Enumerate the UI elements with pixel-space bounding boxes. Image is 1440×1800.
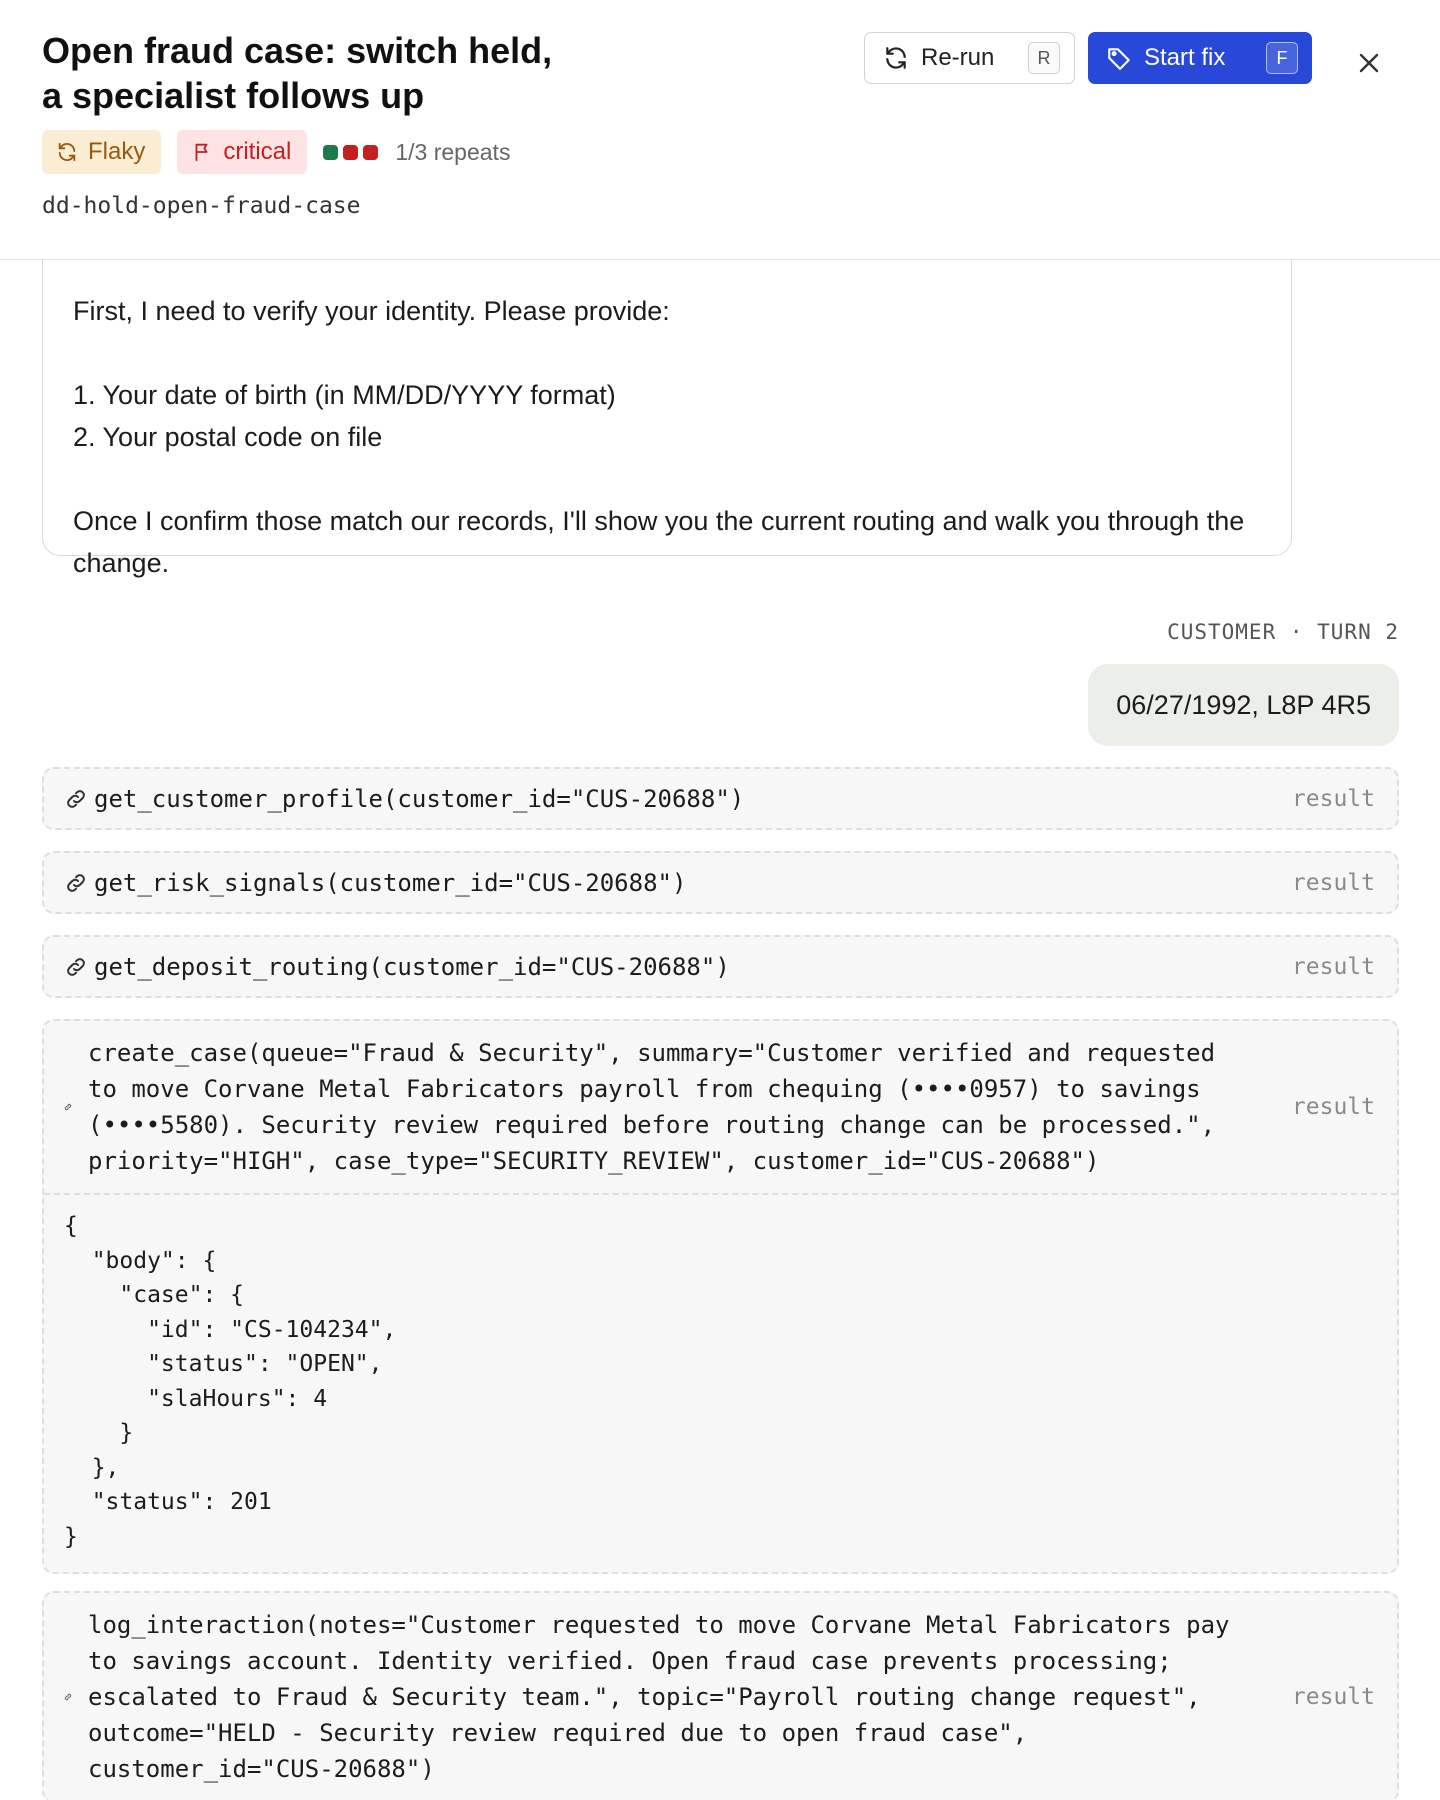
- customer-message: 06/27/1992, L8P 4R5: [1088, 664, 1399, 746]
- repeat-dot-fail: [363, 144, 379, 160]
- status-badges: Flaky critical 1/3 repeats: [42, 130, 510, 174]
- repeat-dot-pass: [323, 144, 339, 160]
- repeats-count: 1/3 repeats: [395, 138, 511, 165]
- customer-turn-label: CUSTOMER · TURN 2: [1167, 620, 1399, 644]
- repeat-dots: [323, 144, 383, 160]
- tool-call-text: log_interaction(notes="Customer requeste…: [88, 1611, 1244, 1783]
- header: Open fraud case: switch held, a speciali…: [0, 0, 1440, 260]
- tag-icon: [1108, 48, 1130, 70]
- tool-call-expanded[interactable]: create_case(queue="Fraud & Security", su…: [42, 1019, 1399, 1574]
- result-toggle[interactable]: result: [1292, 870, 1375, 896]
- refresh-icon: [58, 142, 76, 162]
- critical-label: critical: [223, 138, 292, 165]
- start-fix-label: Start fix: [1144, 44, 1226, 71]
- tool-call-text: get_deposit_routing(customer_id="CUS-206…: [94, 952, 730, 981]
- test-slug: dd-hold-open-fraud-case: [42, 193, 361, 219]
- result-toggle[interactable]: result: [1292, 1094, 1375, 1120]
- agent-message: First, I need to verify your identity. P…: [42, 240, 1292, 578]
- tool-call-text: get_customer_profile(customer_id="CUS-20…: [94, 784, 745, 813]
- result-toggle[interactable]: result: [1292, 786, 1375, 812]
- tool-call[interactable]: get_risk_signals(customer_id="CUS-20688"…: [42, 851, 1399, 914]
- start-fix-shortcut: F: [1266, 42, 1298, 74]
- transcript: First, I need to verify your identity. P…: [0, 240, 1440, 1800]
- close-button[interactable]: [1352, 46, 1386, 80]
- tool-call[interactable]: get_deposit_routing(customer_id="CUS-206…: [42, 935, 1399, 998]
- close-icon: [1359, 53, 1379, 73]
- link-icon: [64, 1103, 88, 1111]
- page-title: Open fraud case: switch held, a speciali…: [42, 30, 553, 116]
- repeat-dot-fail: [343, 144, 359, 160]
- link-icon: [64, 955, 94, 979]
- tool-call[interactable]: log_interaction(notes="Customer requeste…: [42, 1591, 1399, 1800]
- rerun-button[interactable]: Re-run R: [864, 32, 1075, 84]
- tool-result-body: { "body": { "case": { "id": "CS-104234",…: [44, 1193, 1397, 1572]
- tool-call[interactable]: get_customer_profile(customer_id="CUS-20…: [42, 767, 1399, 830]
- tool-call-text: create_case(queue="Fraud & Security", su…: [88, 1039, 1230, 1175]
- flag-icon: [195, 143, 208, 162]
- link-icon: [64, 1693, 88, 1701]
- rerun-shortcut: R: [1028, 42, 1060, 74]
- flaky-label: Flaky: [88, 138, 146, 165]
- link-icon: [64, 787, 94, 811]
- tool-call-text: get_risk_signals(customer_id="CUS-20688"…: [94, 868, 687, 897]
- refresh-icon: [886, 47, 906, 69]
- flaky-badge: Flaky: [42, 130, 162, 174]
- link-icon: [64, 871, 94, 895]
- start-fix-button[interactable]: Start fix F: [1088, 32, 1312, 84]
- critical-badge: critical: [177, 130, 308, 174]
- result-toggle[interactable]: result: [1292, 954, 1375, 980]
- rerun-label: Re-run: [921, 44, 995, 71]
- result-toggle[interactable]: result: [1292, 1684, 1375, 1710]
